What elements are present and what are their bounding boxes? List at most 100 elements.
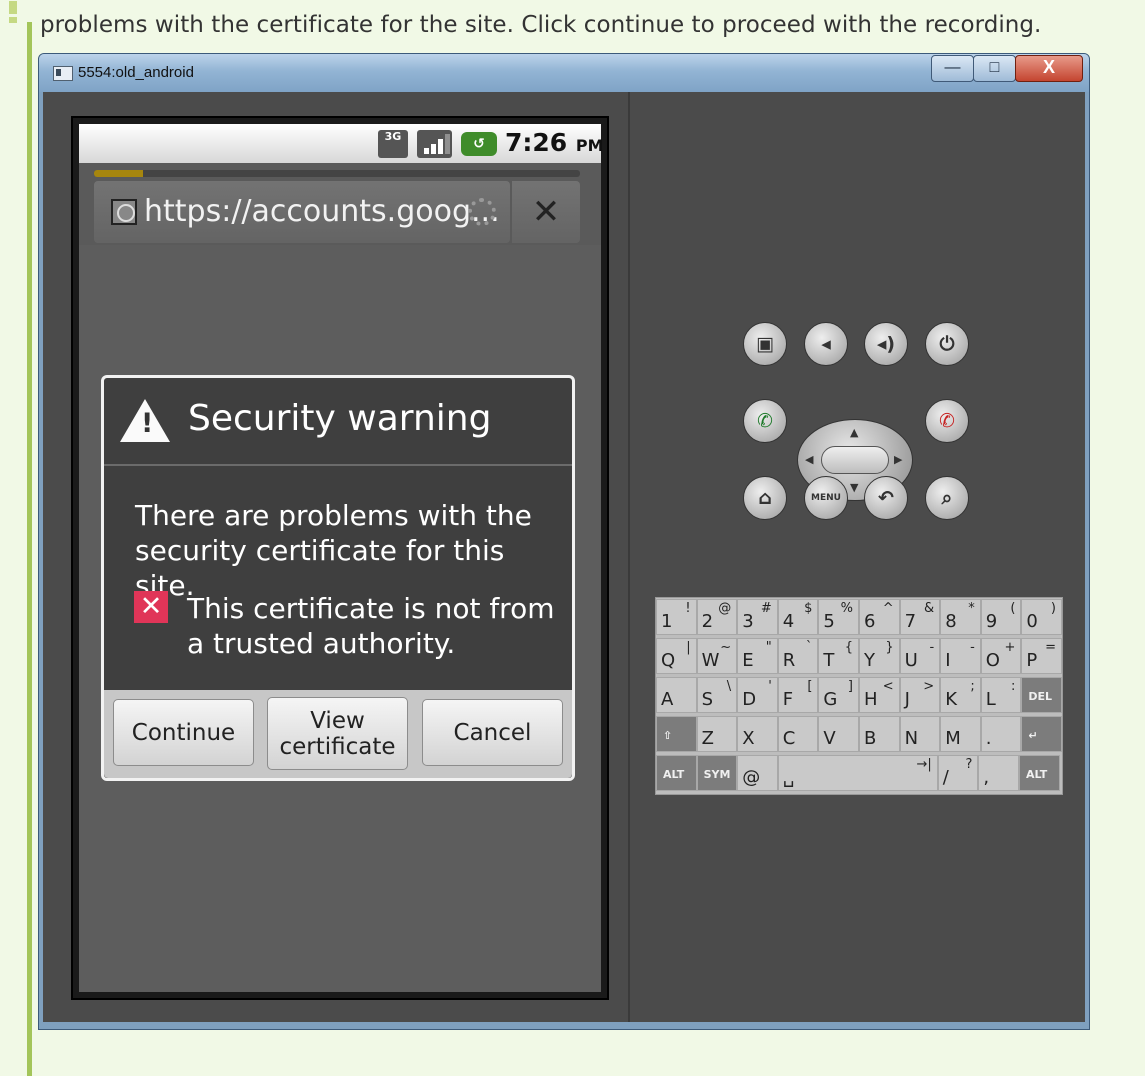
key-row4-3[interactable]: C [777,716,819,752]
key-shift-label: →| [916,757,932,772]
key-shift-label: { [844,640,853,655]
key-row2-1[interactable]: W ~ [696,638,738,674]
key-row4-6[interactable]: N [899,716,941,752]
key-row5-5[interactable]: , [978,755,1019,791]
end-call-button[interactable]: ✆ [925,399,969,443]
key-row5-4[interactable]: /? [937,755,979,791]
key-shift-label: & [924,601,935,616]
phone-screen[interactable]: 3G ↺ 7:26 PM https://accounts.goog... ✕ … [79,124,604,992]
key-label: C [782,728,796,749]
key-row3-9[interactable]: DEL [1021,677,1062,713]
key-row2-3[interactable]: R ` [777,638,819,674]
key-row3-0[interactable]: A [656,677,697,713]
key-label: S [701,689,714,710]
key-row2-2[interactable]: E " [737,638,778,674]
dpad-down-icon[interactable]: ▼ [850,481,858,494]
cancel-button[interactable]: Cancel [422,699,563,766]
dpad-center-button[interactable] [821,446,889,474]
key-row3-8[interactable]: L: [980,677,1022,713]
call-button[interactable]: ✆ [743,399,787,443]
key-row3-6[interactable]: J > [899,677,941,713]
key-row3-7[interactable]: K; [940,677,981,713]
key-row4-4[interactable]: V [818,716,859,752]
key-row2-9[interactable]: P = [1021,638,1062,674]
maximize-button[interactable]: □ [973,55,1016,82]
view-certificate-line1: View [310,707,365,734]
key-row2-5[interactable]: Y} [859,638,900,674]
key-row4-0[interactable]: ⇧ [656,716,697,752]
dpad-up-icon[interactable]: ▲ [850,426,858,439]
key-label: Y [864,650,875,671]
key-row1-9[interactable]: 0) [1021,599,1062,635]
menu-button[interactable]: MENU [804,476,848,520]
key-row1-0[interactable]: 1! [656,599,697,635]
key-row1-2[interactable]: 3 # [737,599,778,635]
key-row4-8[interactable]: . [980,716,1022,752]
battery-charging-icon: ↺ [461,132,497,156]
key-row4-5[interactable]: B [859,716,900,752]
favicon-icon [111,199,137,225]
window-titlebar[interactable]: 5554:old_android — □ X [39,54,1089,92]
stop-loading-button[interactable]: ✕ [512,181,580,243]
key-row3-1[interactable]: S \ [696,677,738,713]
key-row1-7[interactable]: 8 * [940,599,981,635]
back-button[interactable]: ↶ [864,476,908,520]
key-label: 8 [945,611,957,632]
key-row1-8[interactable]: 9( [980,599,1022,635]
key-row1-5[interactable]: 6 ^ [859,599,900,635]
key-row2-8[interactable]: O + [980,638,1022,674]
key-row3-4[interactable]: G] [818,677,859,713]
minimize-button[interactable]: — [931,55,974,82]
key-row1-4[interactable]: 5% [818,599,859,635]
key-label: ↵ [1028,729,1038,742]
url-bar[interactable]: https://accounts.goog... [94,181,510,243]
key-shift-label: \ [726,679,732,694]
clock-ampm: PM [575,136,604,155]
continue-button[interactable]: Continue [113,699,254,766]
dialog-message: There are problems with the security cer… [135,499,532,602]
key-row3-2[interactable]: D ' [737,677,778,713]
key-row4-9[interactable]: ↵ [1021,716,1062,752]
view-certificate-button[interactable]: View certificate [267,697,408,770]
volume-up-button[interactable]: ◂) [864,322,908,366]
key-row5-0[interactable]: ALT [656,755,697,791]
key-row5-2[interactable]: @ [737,755,778,791]
key-shift-label: ] [847,679,853,694]
view-certificate-line2: certificate [279,733,396,760]
key-shift-label: % [840,601,853,616]
key-row5-1[interactable]: SYM [696,755,738,791]
key-row5-3[interactable]: ␣ →| [777,755,938,791]
key-label: D [742,689,757,710]
key-row2-6[interactable]: U- [899,638,941,674]
dpad-left-icon[interactable]: ◀ [805,453,813,466]
power-button[interactable]: ⏻ [925,322,969,366]
key-row1-6[interactable]: 7 & [899,599,941,635]
key-row4-7[interactable]: M [940,716,981,752]
home-button[interactable]: ⌂ [743,476,787,520]
key-shift-label: ^ [882,601,894,616]
key-row2-4[interactable]: T{ [818,638,859,674]
close-button[interactable]: X [1015,55,1083,82]
key-row1-3[interactable]: 4 $ [777,599,819,635]
key-row2-0[interactable]: Q | [656,638,697,674]
key-row3-5[interactable]: H < [859,677,900,713]
key-row2-7[interactable]: I- [940,638,981,674]
key-shift-label: ; [970,679,975,694]
key-shift-label: @ [718,601,732,616]
key-shift-label: ) [1050,601,1056,616]
key-row1-1[interactable]: 2 @ [696,599,738,635]
key-row3-3[interactable]: F[ [777,677,819,713]
key-row4-2[interactable]: X [737,716,778,752]
camera-button[interactable]: ▣ [743,322,787,366]
key-row5-6[interactable]: ALT [1019,755,1060,791]
emulator-client-area: 3G ↺ 7:26 PM https://accounts.goog... ✕ … [43,92,1085,1022]
warning-mark: ! [141,408,154,439]
dpad-right-icon[interactable]: ▶ [894,453,902,466]
key-shift-label: ' [768,679,772,694]
key-label: 0 [1026,611,1038,632]
key-label: / [942,767,949,788]
key-row4-1[interactable]: Z [696,716,738,752]
search-button[interactable]: ⌕ [925,476,969,520]
volume-down-button[interactable]: ◂ [804,322,848,366]
key-label: X [742,728,755,749]
